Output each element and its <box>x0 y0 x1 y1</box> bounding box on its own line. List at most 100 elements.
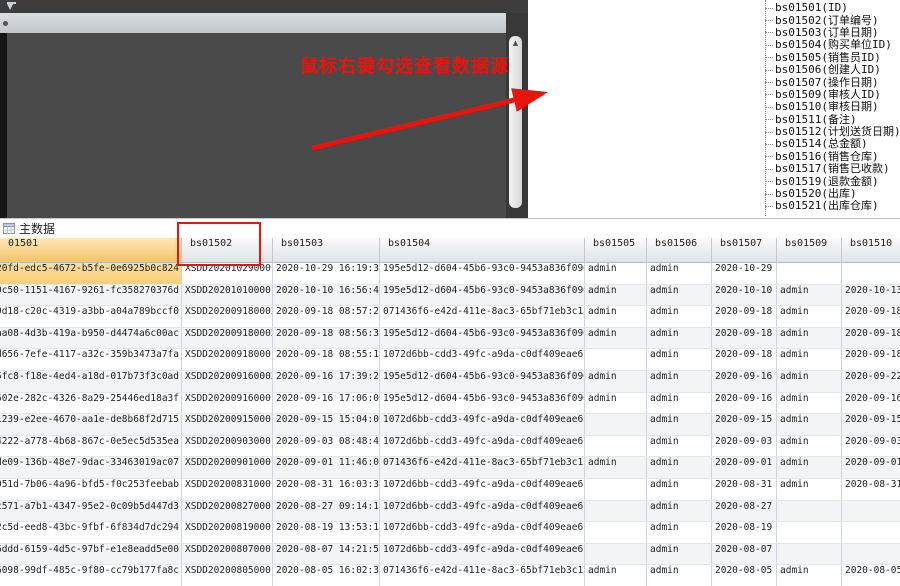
cell[interactable]: 2020-09-16 <box>842 393 900 414</box>
cell[interactable]: 2020-09-22 <box>842 371 900 392</box>
table-row[interactable]: f29d18-c20c-4319-a3bb-a04a789bccf0XSDD20… <box>0 306 900 328</box>
cell[interactable]: admin <box>777 479 842 500</box>
cell[interactable]: admin <box>647 393 712 414</box>
field-item[interactable]: bs01516(销售仓库) <box>765 151 900 163</box>
table-row[interactable]: 7c6098-99df-485c-9f80-cc79b177fa8cXSDD20… <box>0 565 900 586</box>
field-item[interactable]: bs01506(创建人ID) <box>765 64 900 76</box>
cell[interactable]: 61602e-282c-4326-8a29-25446ed18a3f <box>0 393 182 414</box>
cell[interactable] <box>585 479 647 500</box>
cell[interactable]: admin <box>647 457 712 478</box>
cell[interactable]: 071436f6-e42d-411e-8ac3-65bf71eb3c1b <box>380 457 585 478</box>
cell[interactable]: 195e5d12-d604-45b6-93c0-9453a836f096 <box>380 285 585 306</box>
table-row[interactable]: 61602e-282c-4326-8a29-25446ed18a3fXSDD20… <box>0 393 900 415</box>
column-header[interactable]: bs01509 <box>777 238 842 263</box>
cell[interactable]: admin <box>777 436 842 457</box>
cell[interactable]: XSDD202010100001 <box>182 285 273 306</box>
cell[interactable]: 7c6098-99df-485c-9f80-cc79b177fa8c <box>0 565 182 586</box>
cell[interactable]: ec20fd-edc5-4672-b5fe-0e6925b0c824 <box>0 263 182 284</box>
cell[interactable]: 1072d6bb-cdd3-49fc-a9da-c0df409eae61 <box>380 414 585 435</box>
table-row[interactable]: e66ddd-6159-4d5c-97bf-e1e8eadd5e00XSDD20… <box>0 544 900 566</box>
cell[interactable]: 1072d6bb-cdd3-49fc-a9da-c0df409eae61 <box>380 479 585 500</box>
cell[interactable]: 1072d6bb-cdd3-49fc-a9da-c0df409eae61 <box>380 436 585 457</box>
cell[interactable]: 2020-10-29 <box>712 263 777 284</box>
cell[interactable]: 2020-08-19 <box>712 522 777 543</box>
cell[interactable]: 2020-08-05 16:02:31 <box>273 565 380 586</box>
cell[interactable]: admin <box>777 393 842 414</box>
cell[interactable]: XSDD202008050001 <box>182 565 273 586</box>
field-item[interactable]: bs01507(操作日期) <box>765 76 900 88</box>
cell[interactable]: XSDD202008070001 <box>182 544 273 565</box>
cell[interactable]: XSDD202008310001 <box>182 479 273 500</box>
cell[interactable]: 2020-09-03 <box>842 436 900 457</box>
cell[interactable] <box>585 544 647 565</box>
cell[interactable]: f29d18-c20c-4319-a3bb-a04a789bccf0 <box>0 306 182 327</box>
table-row[interactable]: fb0c50-1151-4167-9261-fc358270376dXSDD20… <box>0 285 900 307</box>
cell[interactable] <box>585 414 647 435</box>
cell[interactable]: admin <box>647 371 712 392</box>
column-header[interactable]: bs01504 <box>380 238 585 263</box>
cell[interactable]: XSDD202009180003 <box>182 306 273 327</box>
cell[interactable]: 2020-10-13 <box>842 285 900 306</box>
field-item[interactable]: bs01509(审核人ID) <box>765 89 900 101</box>
field-item[interactable]: bs01504(购买单位ID) <box>765 39 900 51</box>
cell[interactable] <box>585 349 647 370</box>
cell[interactable]: 2020-09-18 <box>842 306 900 327</box>
cell[interactable]: c04222-a778-4b68-867c-0e5ec5d535ea <box>0 436 182 457</box>
cell[interactable]: admin <box>647 436 712 457</box>
cell[interactable]: 2020-09-18 08:55:11 <box>273 349 380 370</box>
cell[interactable]: admin <box>585 393 647 414</box>
table-row[interactable]: d0aa08-4d3b-419a-b950-d4474a6c00acXSDD20… <box>0 328 900 350</box>
cell[interactable] <box>842 501 900 522</box>
cell[interactable]: 2020-09-03 <box>712 436 777 457</box>
table-row[interactable]: e85fc8-f18e-4ed4-a18d-017b73f3c0adXSDD20… <box>0 371 900 393</box>
cell[interactable]: 2020-09-01 11:46:03 <box>273 457 380 478</box>
field-item[interactable]: bs01521(出库仓库) <box>765 200 900 212</box>
cell[interactable]: 2020-10-10 16:56:47 <box>273 285 380 306</box>
cell[interactable]: 195e5d12-d604-45b6-93c0-9453a836f096 <box>380 263 585 284</box>
cell[interactable]: 2020-08-19 13:53:13 <box>273 522 380 543</box>
cell[interactable]: 2020-09-16 17:06:05 <box>273 393 380 414</box>
cell[interactable]: XSDD202009010001 <box>182 457 273 478</box>
column-header[interactable]: bs01506 <box>647 238 712 263</box>
cell[interactable]: 2020-09-15 <box>842 414 900 435</box>
cell[interactable]: admin <box>647 501 712 522</box>
scroll-up-icon[interactable]: ▲ <box>509 36 522 50</box>
collapsed-panel-edge[interactable] <box>0 33 7 218</box>
cell[interactable]: 2020-08-05 <box>712 565 777 586</box>
column-header[interactable]: 01501 <box>0 238 182 263</box>
cell[interactable]: e85fc8-f18e-4ed4-a18d-017b73f3c0ad <box>0 371 182 392</box>
cell[interactable] <box>585 522 647 543</box>
field-item[interactable]: bs01514(总金额) <box>765 138 900 150</box>
cell[interactable]: admin <box>647 328 712 349</box>
cell[interactable]: XSDD202010290001 <box>182 263 273 284</box>
cell[interactable]: e6d656-7efe-4117-a32c-359b3473a7fa <box>0 349 182 370</box>
cell[interactable]: admin <box>647 479 712 500</box>
cell[interactable]: admin <box>777 414 842 435</box>
cell[interactable] <box>777 522 842 543</box>
field-item[interactable]: bs01512(计划送货日期) <box>765 126 900 138</box>
cell[interactable]: 2020-09-18 <box>712 328 777 349</box>
field-item[interactable]: bs01502(订单编号) <box>765 14 900 26</box>
cell[interactable]: admin <box>647 285 712 306</box>
cell[interactable] <box>777 263 842 284</box>
field-item[interactable]: bs01511(备注) <box>765 114 900 126</box>
cell[interactable]: XSDD202009180001 <box>182 349 273 370</box>
field-item[interactable]: bs01519(退款金额) <box>765 175 900 187</box>
cell[interactable] <box>777 501 842 522</box>
cell[interactable]: XSDD202009030001 <box>182 436 273 457</box>
cell[interactable] <box>842 522 900 543</box>
cell[interactable]: admin <box>585 371 647 392</box>
cell[interactable] <box>585 436 647 457</box>
cell[interactable] <box>842 544 900 565</box>
cell[interactable]: 2020-09-15 15:04:00 <box>273 414 380 435</box>
cell[interactable]: XSDD202009160001 <box>182 393 273 414</box>
cell[interactable]: 2020-08-31 <box>842 479 900 500</box>
field-item[interactable]: bs01501(ID) <box>765 2 900 14</box>
cell[interactable]: 2020-08-05 <box>842 565 900 586</box>
cell[interactable]: 2020-10-10 <box>712 285 777 306</box>
table-row[interactable]: c04222-a778-4b68-867c-0e5ec5d535eaXSDD20… <box>0 436 900 458</box>
vertical-scrollbar[interactable]: ▲ <box>506 13 528 218</box>
cell[interactable]: 2020-08-27 <box>712 501 777 522</box>
table-row[interactable]: d92c5d-eed8-43bc-9fbf-6f834d7dc294XSDD20… <box>0 522 900 544</box>
cell[interactable]: f3051d-7b06-4a96-bfd5-f0c253feebab <box>0 479 182 500</box>
